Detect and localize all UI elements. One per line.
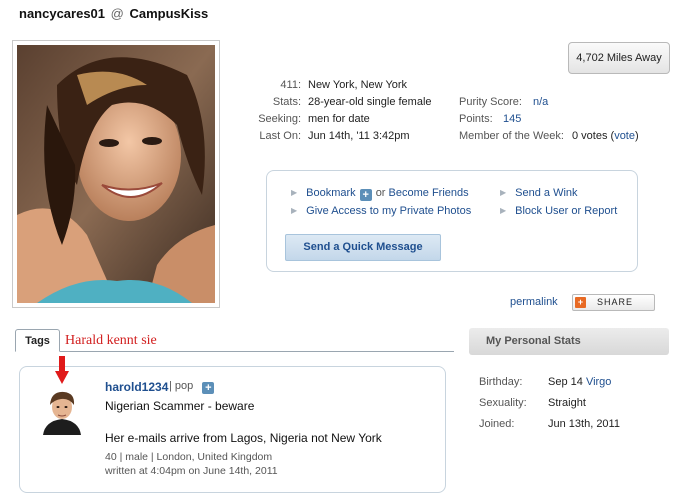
commenter-details: 40 | male | London, United Kingdom bbox=[105, 451, 273, 463]
permalink-link[interactable]: permalink bbox=[510, 296, 558, 308]
purity-value[interactable]: n/a bbox=[533, 96, 548, 108]
member-of-week-label: Member of the Week: bbox=[459, 130, 564, 142]
bullet-icon: ▶ bbox=[500, 188, 507, 197]
sexuality-label: Sexuality: bbox=[479, 397, 527, 409]
give-access-link[interactable]: Give Access to my Private Photos bbox=[306, 205, 471, 217]
or-text: or bbox=[375, 187, 386, 199]
send-wink-row: ▶ Send a Wink bbox=[500, 187, 578, 199]
send-wink-link[interactable]: Send a Wink bbox=[515, 187, 577, 199]
plus-icon[interactable]: + bbox=[202, 382, 215, 394]
red-annotation: Harald kennt sie bbox=[65, 333, 157, 348]
block-user-link[interactable]: Block User or Report bbox=[515, 205, 617, 217]
vote-link[interactable]: vote bbox=[614, 130, 635, 142]
seeking-value: men for date bbox=[308, 113, 370, 125]
profile-header: nancycares01 @ CampusKiss bbox=[19, 6, 208, 21]
profile-username: nancycares01 bbox=[19, 6, 106, 21]
comment-title: Nigerian Scammer - beware bbox=[105, 399, 255, 413]
quick-message-button[interactable]: Send a Quick Message bbox=[285, 234, 441, 261]
plus-icon[interactable]: + bbox=[359, 189, 372, 201]
zodiac-link[interactable]: Virgo bbox=[586, 376, 611, 388]
bookmark-link[interactable]: Bookmark bbox=[306, 187, 356, 199]
give-access-row: ▶ Give Access to my Private Photos bbox=[291, 205, 471, 217]
seeking-label: Seeking: bbox=[258, 113, 301, 125]
bullet-icon: ▶ bbox=[291, 206, 298, 215]
site-name: CampusKiss bbox=[129, 6, 209, 21]
purity-label: Purity Score: bbox=[459, 96, 522, 108]
sexuality-value: Straight bbox=[548, 397, 586, 409]
comment-meta: 40 | male | London, United Kingdom writt… bbox=[105, 450, 278, 478]
last-on-value: Jun 14th, '11 3:42pm bbox=[308, 130, 410, 142]
stats-label: Stats: bbox=[272, 96, 301, 108]
joined-label: Joined: bbox=[479, 418, 515, 430]
comment-timestamp: written at 4:04pm on June 14th, 2011 bbox=[105, 465, 278, 477]
distance-box: 4,702 Miles Away bbox=[568, 42, 670, 74]
tab-divider bbox=[15, 351, 454, 352]
share-plus-icon: + bbox=[575, 297, 586, 308]
become-friends-link[interactable]: Become Friends bbox=[389, 187, 469, 199]
stats-value: 28-year-old single female bbox=[308, 96, 432, 108]
location-label: 411: bbox=[280, 79, 301, 91]
points-label: Points: bbox=[459, 113, 493, 125]
vote-close-paren: ) bbox=[634, 130, 639, 142]
member-of-week-value: 0 votes (vote) bbox=[572, 130, 639, 142]
comment-body: Her e-mails arrive from Lagos, Nigeria n… bbox=[105, 431, 382, 445]
bookmark-row: ▶ Bookmark + or Become Friends bbox=[291, 187, 469, 201]
location-value: New York, New York bbox=[308, 79, 408, 91]
bullet-icon: ▶ bbox=[500, 206, 507, 215]
birthday-value: Sep 14 Virgo bbox=[548, 376, 611, 388]
commenter-username[interactable]: harold1234 bbox=[105, 380, 168, 394]
block-user-row: ▶ Block User or Report bbox=[500, 205, 617, 217]
tab-tags[interactable]: Tags bbox=[15, 329, 60, 352]
share-button[interactable]: + SHARE bbox=[572, 294, 655, 311]
joined-value: Jun 13th, 2011 bbox=[548, 418, 620, 430]
birthday-label: Birthday: bbox=[479, 376, 523, 388]
comment-tag[interactable]: pop bbox=[175, 380, 193, 392]
red-arrow-icon bbox=[55, 356, 69, 384]
commenter-avatar[interactable] bbox=[39, 385, 85, 435]
member-of-week-votes: 0 votes ( bbox=[572, 130, 615, 142]
points-value: 145 bbox=[503, 113, 522, 125]
personal-stats-header: My Personal Stats bbox=[469, 328, 669, 355]
at-symbol: @ bbox=[110, 6, 124, 21]
comment-tag-row: | pop + bbox=[169, 380, 218, 394]
share-label: SHARE bbox=[597, 297, 634, 307]
last-on-label: Last On: bbox=[259, 130, 301, 142]
bullet-icon: ▶ bbox=[291, 188, 298, 197]
birthday-date: Sep 14 bbox=[548, 376, 583, 388]
